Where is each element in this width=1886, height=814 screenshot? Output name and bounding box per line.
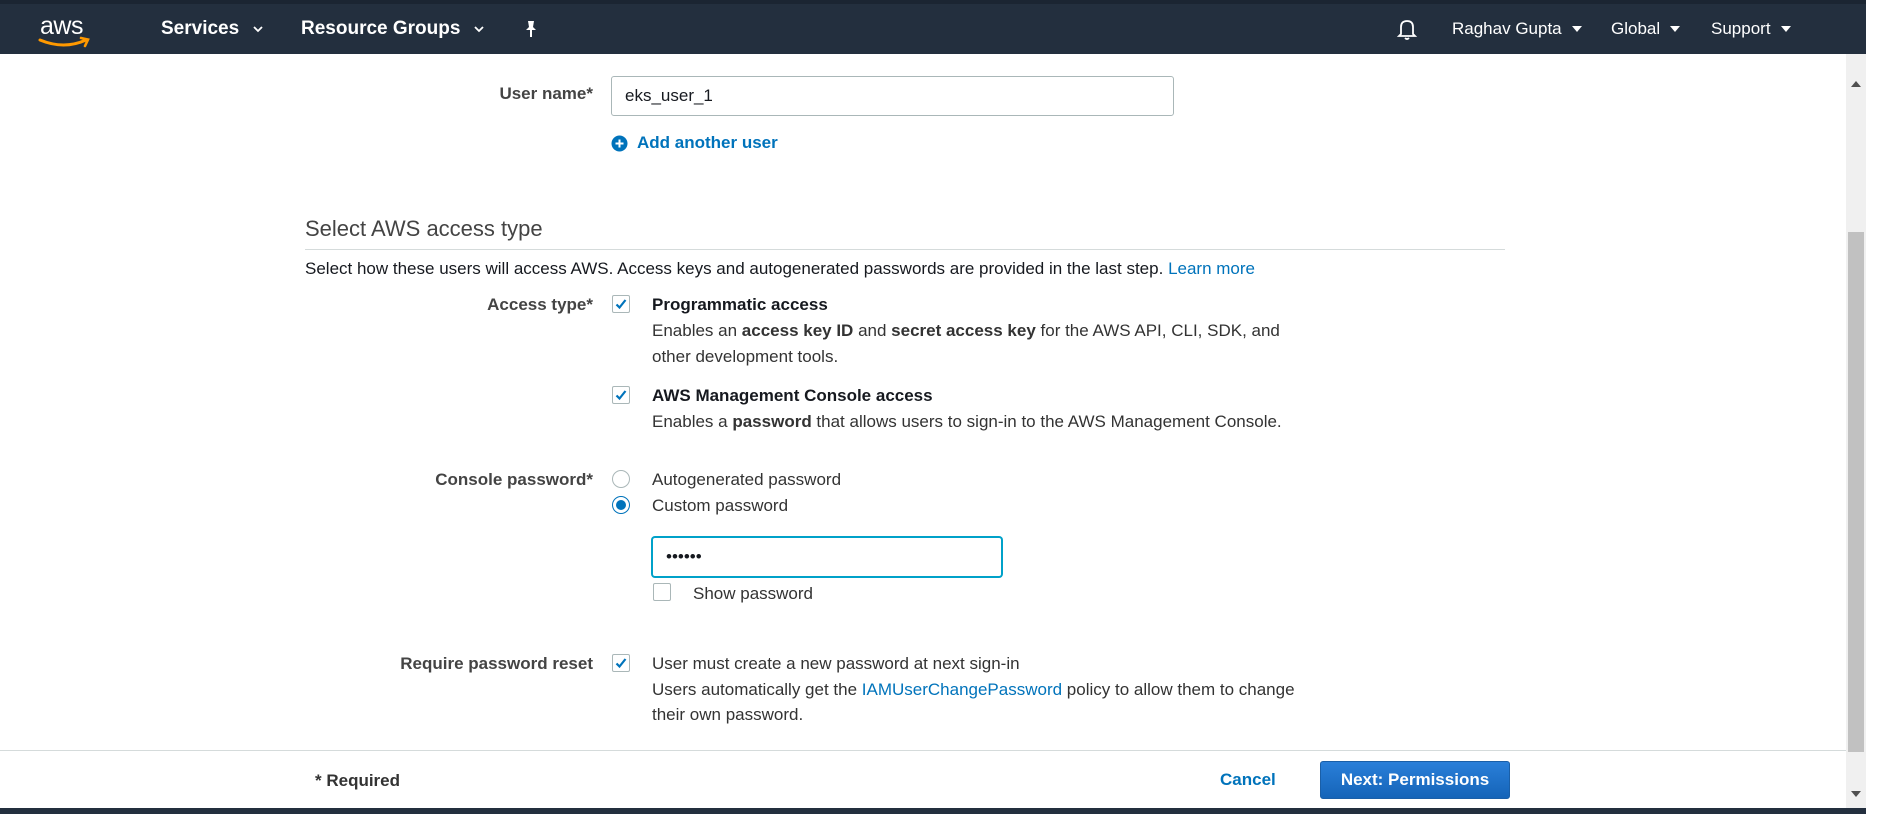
add-another-user-label: Add another user xyxy=(637,133,778,152)
plus-circle-icon xyxy=(611,135,628,151)
services-menu[interactable]: Services xyxy=(161,4,263,54)
page-scrollbar[interactable] xyxy=(1846,54,1866,808)
programmatic-access-desc-line2: other development tools. xyxy=(652,347,839,366)
autogenerated-password-radio[interactable] xyxy=(612,470,630,488)
aws-smile-icon xyxy=(38,36,90,48)
chevron-down-icon xyxy=(253,26,263,33)
console-access-desc: Enables a password that allows users to … xyxy=(652,412,1282,432)
pin-icon xyxy=(526,21,536,37)
require-reset-text: User must create a new password at next … xyxy=(652,654,1020,673)
bell-icon xyxy=(1396,20,1418,40)
window-edge xyxy=(1866,0,1886,814)
show-password-label: Show password xyxy=(693,584,814,603)
console-access-checkbox[interactable] xyxy=(612,386,630,404)
region-label: Global xyxy=(1611,19,1661,38)
resource-groups-label: Resource Groups xyxy=(301,18,461,39)
services-label: Services xyxy=(161,18,240,39)
section-description-text: Select how these users will access AWS. … xyxy=(305,259,1164,278)
programmatic-access-title: Programmatic access xyxy=(652,295,828,314)
custom-password-radio[interactable] xyxy=(612,496,630,514)
resource-groups-menu[interactable]: Resource Groups xyxy=(301,4,485,54)
programmatic-access-desc: Enables an access key ID and secret acce… xyxy=(652,321,1280,341)
aws-logo[interactable]: aws xyxy=(36,12,100,52)
section-description: Select how these users will access AWS. … xyxy=(305,259,1255,279)
caret-down-icon xyxy=(1571,26,1582,32)
require-reset-desc: Users automatically get the IAMUserChang… xyxy=(652,680,1295,700)
programmatic-access-checkbox[interactable] xyxy=(612,295,630,313)
required-note: * Required xyxy=(315,771,401,790)
learn-more-link[interactable]: Learn more xyxy=(1168,259,1255,278)
account-menu[interactable]: Raghav Gupta xyxy=(1452,4,1582,54)
checkmark-icon xyxy=(615,658,627,669)
desc-part: Users automatically get the xyxy=(652,680,862,699)
top-navigation-bar: aws Services Resource Groups Raghav Gupt… xyxy=(0,0,1866,54)
desc-part: for the AWS API, CLI, SDK, and xyxy=(1035,321,1280,340)
caret-down-icon xyxy=(1780,26,1791,32)
desc-bold: password xyxy=(732,412,812,431)
bottom-bar xyxy=(0,808,1866,814)
pin-button[interactable] xyxy=(522,4,540,54)
console-password-label: Console password* xyxy=(435,470,593,489)
custom-password-input[interactable] xyxy=(652,537,1002,577)
autogenerated-password-label: Autogenerated password xyxy=(652,470,842,489)
section-title: Select AWS access type xyxy=(305,216,543,241)
checkmark-icon xyxy=(615,390,627,401)
desc-part: Enables a xyxy=(652,412,733,431)
support-menu[interactable]: Support xyxy=(1711,4,1791,54)
desc-part: policy to allow them to change xyxy=(1062,680,1295,699)
desc-bold: access key ID xyxy=(741,321,854,340)
caret-down-icon xyxy=(1670,26,1681,32)
desc-part: Enables an xyxy=(652,321,742,340)
access-type-label: Access type* xyxy=(487,295,593,314)
chevron-down-icon xyxy=(474,26,485,33)
desc-bold: secret access key xyxy=(891,321,1036,340)
region-menu[interactable]: Global xyxy=(1611,4,1681,54)
require-reset-label: Require password reset xyxy=(400,654,593,673)
account-name: Raghav Gupta xyxy=(1452,19,1562,38)
notifications-button[interactable] xyxy=(1396,4,1418,54)
require-reset-desc-line2: their own password. xyxy=(652,705,804,724)
wizard-footer: * Required Cancel Next: Permissions xyxy=(0,750,1846,808)
scroll-up-arrow-icon[interactable] xyxy=(1846,74,1866,94)
console-access-title: AWS Management Console access xyxy=(652,386,933,405)
support-label: Support xyxy=(1711,19,1771,38)
cancel-button[interactable]: Cancel xyxy=(1220,761,1276,799)
require-reset-checkbox[interactable] xyxy=(612,654,630,672)
show-password-checkbox[interactable] xyxy=(653,583,671,601)
next-permissions-button[interactable]: Next: Permissions xyxy=(1320,761,1510,799)
user-name-label: User name* xyxy=(499,84,593,103)
iam-user-change-password-link[interactable]: IAMUserChangePassword xyxy=(862,680,1062,699)
scroll-down-arrow-icon[interactable] xyxy=(1846,784,1866,804)
add-another-user-link[interactable]: Add another user xyxy=(611,133,778,153)
scrollbar-thumb[interactable] xyxy=(1848,232,1864,752)
desc-part: that allows users to sign-in to the AWS … xyxy=(811,412,1282,431)
custom-password-label: Custom password xyxy=(652,496,789,515)
user-name-input[interactable] xyxy=(611,76,1174,116)
section-divider xyxy=(305,249,1505,250)
checkmark-icon xyxy=(615,299,627,310)
desc-part: and xyxy=(853,321,892,340)
